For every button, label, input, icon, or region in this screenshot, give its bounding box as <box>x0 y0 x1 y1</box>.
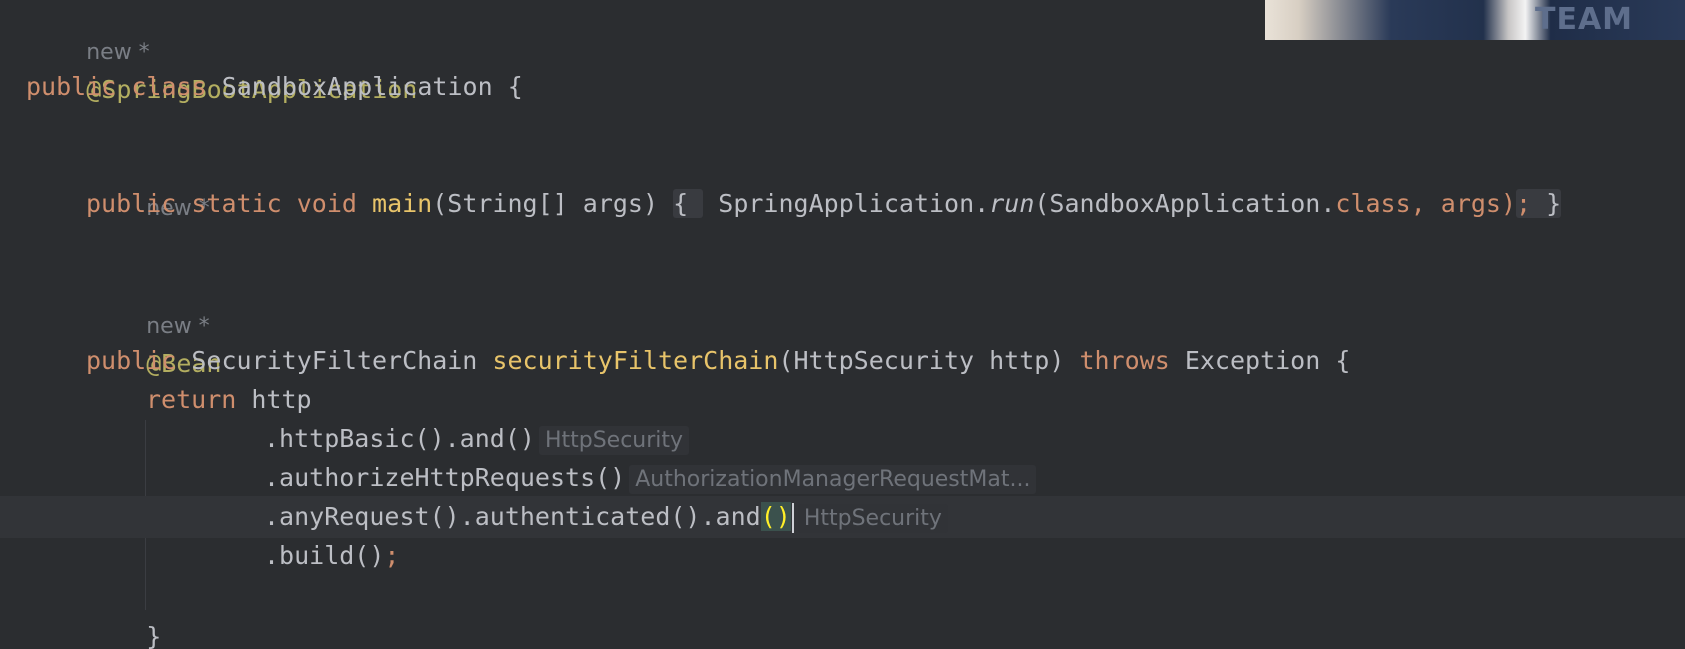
chain-call-token: .authorizeHttpRequests() <box>264 463 626 492</box>
code-editor[interactable]: new * @SpringBootApplication public clas… <box>0 0 1685 649</box>
code-line[interactable]: public static void main(String[] args) {… <box>86 183 1685 225</box>
class-name-token: SandboxApplication <box>221 72 493 101</box>
code-line[interactable]: public SecurityFilterChain securityFilte… <box>86 340 1685 382</box>
chain-call-token: .anyRequest().authenticated().and <box>264 502 761 531</box>
params-token: (String[] args) <box>432 189 659 218</box>
code-line[interactable]: .build(); <box>264 535 1685 577</box>
keyword-token: class <box>131 72 207 101</box>
code-line[interactable]: public class SandboxApplication { <box>26 66 1685 108</box>
current-code-line[interactable]: .anyRequest().authenticated().and() HttpS… <box>0 496 1685 538</box>
call-arg-token: (SandboxApplication. <box>1034 189 1336 218</box>
matched-parens: () <box>760 502 791 531</box>
params-token: (HttpSecurity http) <box>778 346 1065 375</box>
keyword-token: public <box>86 189 177 218</box>
static-method-token: run <box>989 189 1035 218</box>
folded-brace-close[interactable]: ; } <box>1516 189 1562 218</box>
semicolon-token: ; <box>384 541 400 570</box>
type-inlay-hint[interactable]: HttpSecurity <box>797 504 948 533</box>
exception-token: Exception { <box>1184 346 1351 375</box>
code-line[interactable]: new * <box>86 144 1685 221</box>
type-inlay-hint[interactable]: AuthorizationManagerRequestMat... <box>629 465 1037 494</box>
brace-token: } <box>146 622 162 649</box>
webcam-overlay: TEAM <box>1265 0 1685 40</box>
keyword-token: void <box>296 189 357 218</box>
keyword-token: static <box>191 189 282 218</box>
method-name-token: securityFilterChain <box>492 346 779 375</box>
brace-token: { <box>507 72 523 101</box>
code-line[interactable]: .authorizeHttpRequests() AuthorizationMan… <box>264 457 1685 499</box>
chain-call-token: .build() <box>264 541 385 570</box>
keyword-token: return <box>146 385 237 414</box>
keyword-token: public <box>86 346 177 375</box>
keyword-token: class <box>1335 189 1411 218</box>
call-token: SpringApplication. <box>718 189 990 218</box>
text-caret <box>791 503 794 533</box>
code-line[interactable]: @Bean <box>86 301 1685 378</box>
code-line[interactable]: new * <box>86 262 1685 339</box>
keyword-token: public <box>26 72 117 101</box>
args-token: , args) <box>1410 189 1517 218</box>
type-token: SecurityFilterChain <box>191 346 478 375</box>
code-line[interactable]: return http <box>146 379 1685 421</box>
webcam-shirt-text: TEAM <box>1535 2 1634 37</box>
type-inlay-hint[interactable]: HttpSecurity <box>538 426 690 455</box>
chain-call-token: .httpBasic().and() <box>264 424 535 453</box>
folded-brace-open[interactable]: { <box>673 189 704 218</box>
keyword-token: throws <box>1079 346 1170 375</box>
identifier-token: http <box>251 385 312 414</box>
code-line[interactable]: } <box>86 574 1685 649</box>
code-line[interactable]: .httpBasic().and() HttpSecurity <box>264 418 1685 460</box>
method-name-token: main <box>372 189 433 218</box>
